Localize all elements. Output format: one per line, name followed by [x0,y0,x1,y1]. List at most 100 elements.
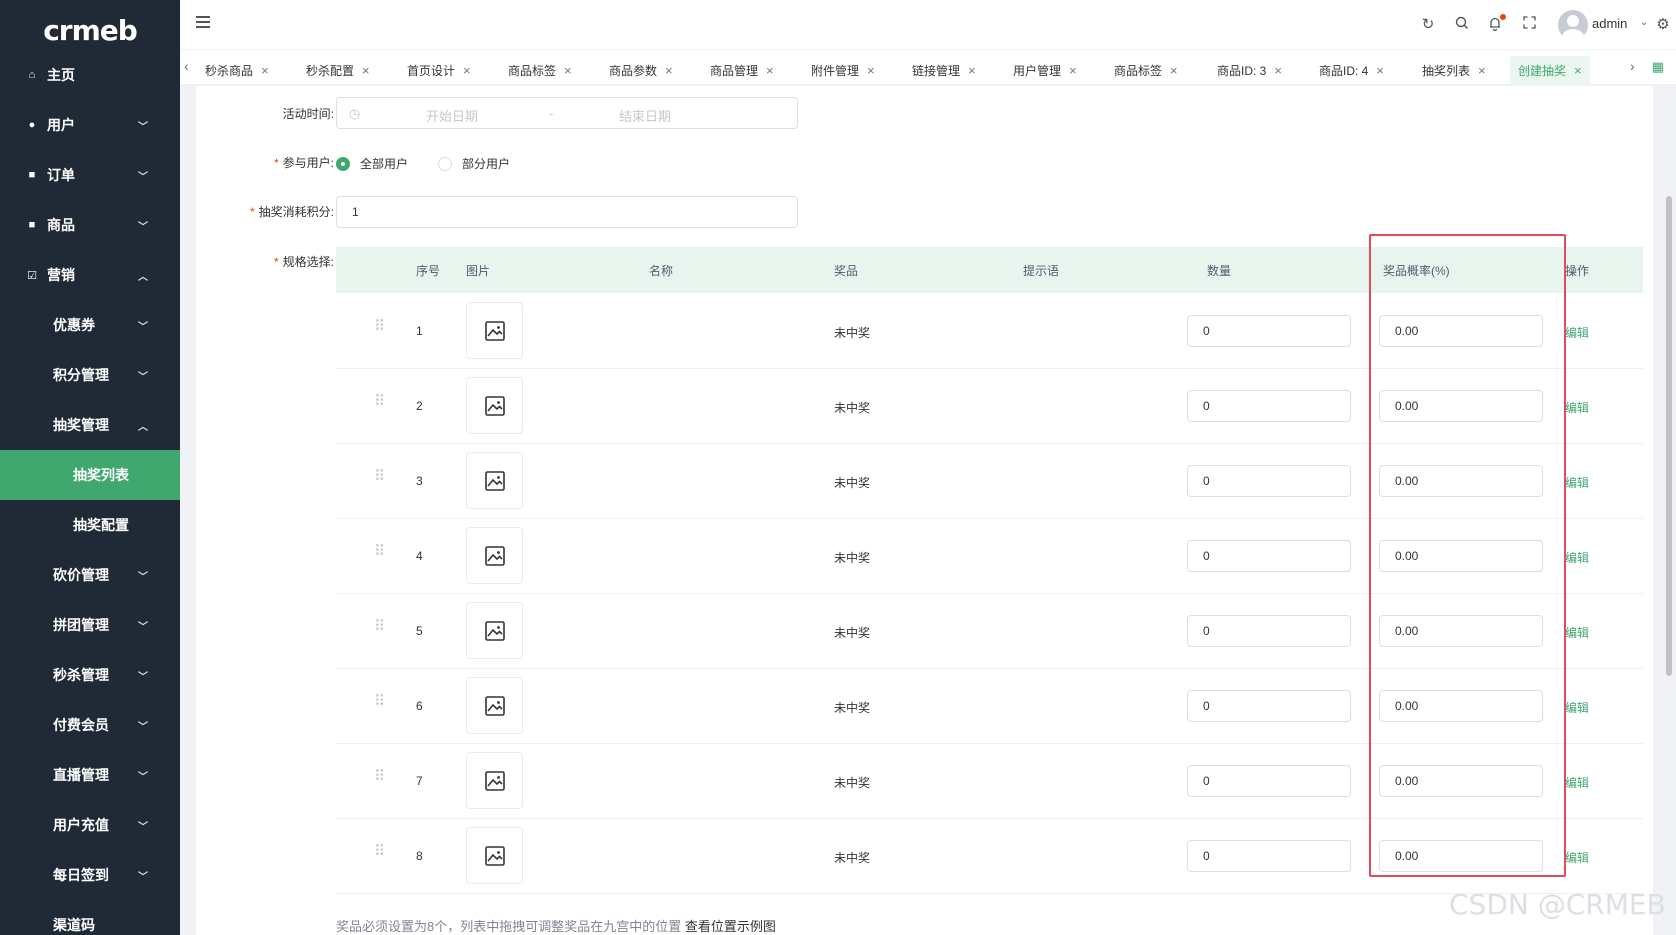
edit-link[interactable]: 编辑 [1565,624,1589,641]
drag-handle-icon[interactable]: ⠿ [374,394,385,409]
user-name[interactable]: admin [1592,16,1627,31]
refresh-icon[interactable]: ↻ [1419,16,1437,34]
quantity-input[interactable]: 0 [1187,465,1351,497]
image-placeholder-icon[interactable] [466,602,523,659]
quantity-input[interactable]: 0 [1187,390,1351,422]
sidebar-item-10[interactable]: 砍价管理 ﹀ [0,550,180,600]
points-cost-input[interactable]: 1 [336,196,798,228]
tab-2[interactable]: 首页设计 × [399,56,479,85]
close-icon[interactable]: × [665,63,673,78]
close-icon[interactable]: × [1274,63,1282,78]
edit-link[interactable]: 编辑 [1565,474,1589,491]
tab-3[interactable]: 商品标签 × [500,56,580,85]
sidebar-item-9[interactable]: 抽奖配置 [0,500,180,550]
tab-4[interactable]: 商品参数 × [601,56,681,85]
quantity-input[interactable]: 0 [1187,765,1351,797]
drag-handle-icon[interactable]: ⠿ [374,469,385,484]
sidebar-item-7[interactable]: 抽奖管理 ︿ [0,400,180,450]
grid-icon[interactable]: ▦ [1652,59,1664,75]
scrollbar[interactable] [1664,86,1674,935]
fullscreen-icon[interactable] [1520,16,1538,34]
image-placeholder-icon[interactable] [466,377,523,434]
image-placeholder-icon[interactable] [466,527,523,584]
tab-12[interactable]: 抽奖列表 × [1414,56,1494,85]
sidebar-item-11[interactable]: 拼团管理 ﹀ [0,600,180,650]
drag-handle-icon[interactable]: ⠿ [374,694,385,709]
tab-scroll-left-icon[interactable]: ‹ [184,58,189,74]
edit-link[interactable]: 编辑 [1565,774,1589,791]
settings-icon[interactable]: ⚙ [1654,16,1672,34]
tab-13[interactable]: 创建抽奖 × [1510,56,1590,85]
sidebar-item-2[interactable]: ■ 订单 ﹀ [0,150,180,200]
tab-7[interactable]: 链接管理 × [904,56,984,85]
image-placeholder-icon[interactable] [466,827,523,884]
tab-6[interactable]: 附件管理 × [803,56,883,85]
image-placeholder-icon[interactable] [466,752,523,809]
edit-link[interactable]: 编辑 [1565,849,1589,866]
chevron-down-icon: ﹀ [138,671,148,683]
sidebar-item-13[interactable]: 付费会员 ﹀ [0,700,180,750]
close-icon[interactable]: × [1069,63,1077,78]
tab-5[interactable]: 商品管理 × [702,56,782,85]
radio-unchecked-icon[interactable] [438,156,452,171]
close-icon[interactable]: × [867,63,875,78]
image-placeholder-icon[interactable] [466,452,523,509]
sidebar-item-6[interactable]: 积分管理 ﹀ [0,350,180,400]
drag-handle-icon[interactable]: ⠿ [374,844,385,859]
tab-9[interactable]: 商品标签 × [1106,56,1186,85]
search-icon[interactable] [1453,16,1471,34]
quantity-input[interactable]: 0 [1187,690,1351,722]
sidebar-item-3[interactable]: ■ 商品 ﹀ [0,200,180,250]
edit-link[interactable]: 编辑 [1565,324,1589,341]
close-icon[interactable]: × [261,63,269,78]
close-icon[interactable]: × [1170,63,1178,78]
date-range-picker[interactable]: ◷ 开始日期 - 结束日期 [336,97,798,129]
bell-icon[interactable] [1486,14,1506,34]
image-placeholder-icon[interactable] [466,302,523,359]
sidebar-item-16[interactable]: 每日签到 ﹀ [0,850,180,900]
drag-handle-icon[interactable]: ⠿ [374,319,385,334]
drag-handle-icon[interactable]: ⠿ [374,619,385,634]
close-icon[interactable]: × [362,63,370,78]
chevron-down-icon[interactable]: ⌄ [1640,17,1648,28]
close-icon[interactable]: × [1376,63,1384,78]
menu-toggle-icon[interactable] [196,16,210,30]
quantity-input[interactable]: 0 [1187,315,1351,347]
close-icon[interactable]: × [968,63,976,78]
close-icon[interactable]: × [1574,63,1582,78]
sidebar-item-12[interactable]: 秒杀管理 ﹀ [0,650,180,700]
sidebar-item-1[interactable]: ● 用户 ﹀ [0,100,180,150]
tab-1[interactable]: 秒杀配置 × [298,56,378,85]
quantity-input[interactable]: 0 [1187,840,1351,872]
sidebar-item-15[interactable]: 用户充值 ﹀ [0,800,180,850]
sidebar-item-4[interactable]: ☑ 营销 ︿ [0,250,180,300]
tab-11[interactable]: 商品ID: 4 × [1311,56,1392,85]
sidebar-item-0[interactable]: ⌂ 主页 [0,50,180,100]
sidebar-item-5[interactable]: 优惠券 ﹀ [0,300,180,350]
radio-all-users[interactable]: 全部用户 [336,155,408,172]
tab-0[interactable]: 秒杀商品 × [197,56,277,85]
image-placeholder-icon[interactable] [466,677,523,734]
sidebar-item-8[interactable]: 抽奖列表 [0,450,180,500]
radio-some-users[interactable]: 部分用户 [438,155,510,172]
tab-scroll-right-icon[interactable]: › [1630,58,1635,74]
close-icon[interactable]: × [766,63,774,78]
tab-10[interactable]: 商品ID: 3 × [1209,56,1290,85]
avatar[interactable] [1558,10,1588,40]
tab-8[interactable]: 用户管理 × [1005,56,1085,85]
edit-link[interactable]: 编辑 [1565,399,1589,416]
scrollbar-thumb[interactable] [1666,196,1672,676]
edit-link[interactable]: 编辑 [1565,549,1589,566]
sidebar-item-14[interactable]: 直播管理 ﹀ [0,750,180,800]
edit-link[interactable]: 编辑 [1565,699,1589,716]
sidebar-item-17[interactable]: 渠道码 [0,900,180,935]
close-icon[interactable]: × [564,63,572,78]
drag-handle-icon[interactable]: ⠿ [374,769,385,784]
close-icon[interactable]: × [463,63,471,78]
quantity-input[interactable]: 0 [1187,615,1351,647]
view-example-link[interactable]: 查看位置示例图 [685,919,776,934]
drag-handle-icon[interactable]: ⠿ [374,544,385,559]
close-icon[interactable]: × [1478,63,1486,78]
radio-checked-icon[interactable] [336,156,350,171]
quantity-input[interactable]: 0 [1187,540,1351,572]
